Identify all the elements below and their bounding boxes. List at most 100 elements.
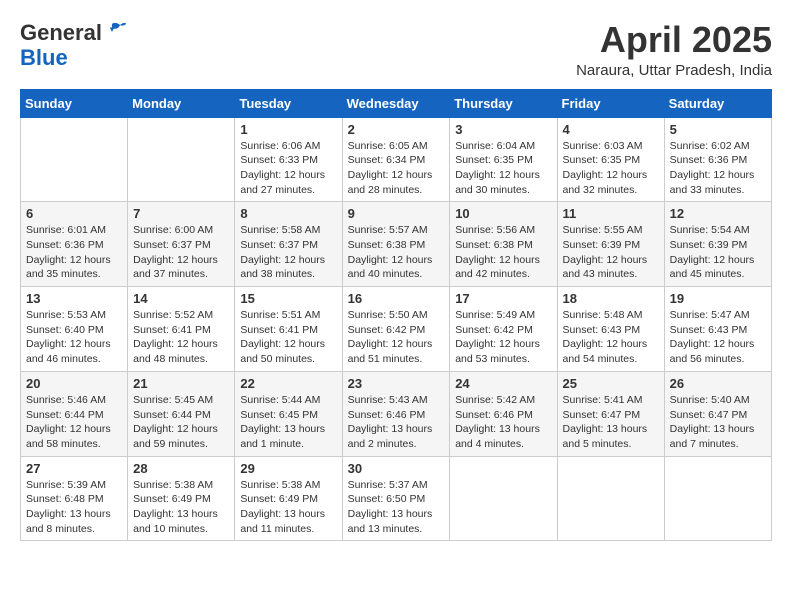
day-info: Sunrise: 5:56 AM Sunset: 6:38 PM Dayligh… [455,223,551,282]
calendar-day-header: Friday [557,89,664,117]
day-number: 21 [133,376,229,391]
day-info: Sunrise: 6:01 AM Sunset: 6:36 PM Dayligh… [26,223,122,282]
calendar-week-row: 1 Sunrise: 6:06 AM Sunset: 6:33 PM Daylig… [21,117,772,202]
day-number: 22 [240,376,336,391]
day-number: 24 [455,376,551,391]
calendar-header-row: SundayMondayTuesdayWednesdayThursdayFrid… [21,89,772,117]
day-info: Sunrise: 6:02 AM Sunset: 6:36 PM Dayligh… [670,139,766,198]
day-info: Sunrise: 5:48 AM Sunset: 6:43 PM Dayligh… [563,308,659,367]
day-number: 8 [240,206,336,221]
calendar-cell: 3Sunrise: 6:04 AM Sunset: 6:35 PM Daylig… [450,117,557,202]
calendar-cell: 7Sunrise: 6:00 AM Sunset: 6:37 PM Daylig… [128,202,235,287]
day-info: Sunrise: 5:46 AM Sunset: 6:44 PM Dayligh… [26,393,122,452]
day-info: Sunrise: 6:06 AM Sunset: 6:33 PM Dayligh… [240,139,336,198]
day-info: Sunrise: 5:42 AM Sunset: 6:46 PM Dayligh… [455,393,551,452]
day-info: Sunrise: 5:47 AM Sunset: 6:43 PM Dayligh… [670,308,766,367]
calendar-day-header: Wednesday [342,89,450,117]
calendar-day-header: Saturday [664,89,771,117]
day-number: 29 [240,461,336,476]
calendar-cell: 23 Sunrise: 5:43 AM Sunset: 6:46 PM Dayli… [342,371,450,456]
calendar-cell [450,456,557,541]
day-info: Sunrise: 5:45 AM Sunset: 6:44 PM Dayligh… [133,393,229,452]
logo-general: General [20,20,102,45]
day-info: Sunrise: 6:04 AM Sunset: 6:35 PM Dayligh… [455,139,551,198]
day-number: 9 [348,206,445,221]
day-info: Sunrise: 5:40 AM Sunset: 6:47 PM Dayligh… [670,393,766,452]
day-number: 11 [563,206,659,221]
calendar-cell [128,117,235,202]
day-number: 27 [26,461,122,476]
location: Naraura, Uttar Pradesh, India [576,62,772,79]
calendar-day-header: Tuesday [235,89,342,117]
calendar-cell: 21 Sunrise: 5:45 AM Sunset: 6:44 PM Dayli… [128,371,235,456]
calendar-cell: 12 Sunrise: 5:54 AM Sunset: 6:39 PM Dayli… [664,202,771,287]
calendar-cell: 18 Sunrise: 5:48 AM Sunset: 6:43 PM Dayli… [557,287,664,372]
calendar-cell: 1 Sunrise: 6:06 AM Sunset: 6:33 PM Daylig… [235,117,342,202]
calendar-cell: 28Sunrise: 5:38 AM Sunset: 6:49 PM Dayli… [128,456,235,541]
day-info: Sunrise: 5:38 AM Sunset: 6:49 PM Dayligh… [240,478,336,537]
day-number: 19 [670,291,766,306]
day-number: 12 [670,206,766,221]
day-info: Sunrise: 5:52 AM Sunset: 6:41 PM Dayligh… [133,308,229,367]
calendar-cell: 30Sunrise: 5:37 AM Sunset: 6:50 PM Dayli… [342,456,450,541]
calendar-cell [21,117,128,202]
calendar-day-header: Thursday [450,89,557,117]
calendar-day-header: Monday [128,89,235,117]
day-info: Sunrise: 5:41 AM Sunset: 6:47 PM Dayligh… [563,393,659,452]
day-number: 15 [240,291,336,306]
calendar-cell [664,456,771,541]
calendar-week-row: 6 Sunrise: 6:01 AM Sunset: 6:36 PM Daylig… [21,202,772,287]
calendar-cell: 2 Sunrise: 6:05 AM Sunset: 6:34 PM Daylig… [342,117,450,202]
day-number: 2 [348,122,445,137]
day-number: 4 [563,122,659,137]
day-info: Sunrise: 6:03 AM Sunset: 6:35 PM Dayligh… [563,139,659,198]
page-header: General Blue April 2025 Naraura, Uttar P… [20,20,772,79]
day-number: 26 [670,376,766,391]
day-number: 7 [133,206,229,221]
day-number: 13 [26,291,122,306]
calendar-table: SundayMondayTuesdayWednesdayThursdayFrid… [20,89,772,542]
calendar-cell: 11Sunrise: 5:55 AM Sunset: 6:39 PM Dayli… [557,202,664,287]
calendar-cell [557,456,664,541]
day-number: 20 [26,376,122,391]
day-info: Sunrise: 5:53 AM Sunset: 6:40 PM Dayligh… [26,308,122,367]
calendar-cell: 13 Sunrise: 5:53 AM Sunset: 6:40 PM Dayli… [21,287,128,372]
day-number: 23 [348,376,445,391]
title-block: April 2025 Naraura, Uttar Pradesh, India [576,20,772,79]
logo-blue: Blue [20,45,68,70]
day-number: 5 [670,122,766,137]
calendar-week-row: 27Sunrise: 5:39 AM Sunset: 6:48 PM Dayli… [21,456,772,541]
day-info: Sunrise: 6:05 AM Sunset: 6:34 PM Dayligh… [348,139,445,198]
day-info: Sunrise: 5:57 AM Sunset: 6:38 PM Dayligh… [348,223,445,282]
day-info: Sunrise: 5:54 AM Sunset: 6:39 PM Dayligh… [670,223,766,282]
day-number: 10 [455,206,551,221]
day-info: Sunrise: 5:50 AM Sunset: 6:42 PM Dayligh… [348,308,445,367]
bird-icon [104,22,126,40]
calendar-week-row: 13 Sunrise: 5:53 AM Sunset: 6:40 PM Dayli… [21,287,772,372]
day-number: 14 [133,291,229,306]
calendar-cell: 14 Sunrise: 5:52 AM Sunset: 6:41 PM Dayli… [128,287,235,372]
day-number: 17 [455,291,551,306]
calendar-cell: 4 Sunrise: 6:03 AM Sunset: 6:35 PM Daylig… [557,117,664,202]
day-number: 25 [563,376,659,391]
day-number: 18 [563,291,659,306]
day-info: Sunrise: 5:43 AM Sunset: 6:46 PM Dayligh… [348,393,445,452]
day-number: 6 [26,206,122,221]
day-number: 16 [348,291,445,306]
calendar-cell: 25 Sunrise: 5:41 AM Sunset: 6:47 PM Dayli… [557,371,664,456]
calendar-cell: 24 Sunrise: 5:42 AM Sunset: 6:46 PM Dayli… [450,371,557,456]
calendar-cell: 6 Sunrise: 6:01 AM Sunset: 6:36 PM Daylig… [21,202,128,287]
day-info: Sunrise: 5:38 AM Sunset: 6:49 PM Dayligh… [133,478,229,537]
calendar-cell: 19 Sunrise: 5:47 AM Sunset: 6:43 PM Dayli… [664,287,771,372]
calendar-cell: 22 Sunrise: 5:44 AM Sunset: 6:45 PM Dayli… [235,371,342,456]
calendar-cell: 29 Sunrise: 5:38 AM Sunset: 6:49 PM Dayli… [235,456,342,541]
calendar-cell: 27Sunrise: 5:39 AM Sunset: 6:48 PM Dayli… [21,456,128,541]
day-number: 1 [240,122,336,137]
day-info: Sunrise: 5:44 AM Sunset: 6:45 PM Dayligh… [240,393,336,452]
calendar-cell: 8Sunrise: 5:58 AM Sunset: 6:37 PM Daylig… [235,202,342,287]
calendar-cell: 15Sunrise: 5:51 AM Sunset: 6:41 PM Dayli… [235,287,342,372]
calendar-day-header: Sunday [21,89,128,117]
day-info: Sunrise: 5:49 AM Sunset: 6:42 PM Dayligh… [455,308,551,367]
logo: General Blue [20,20,126,71]
calendar-cell: 16 Sunrise: 5:50 AM Sunset: 6:42 PM Dayli… [342,287,450,372]
